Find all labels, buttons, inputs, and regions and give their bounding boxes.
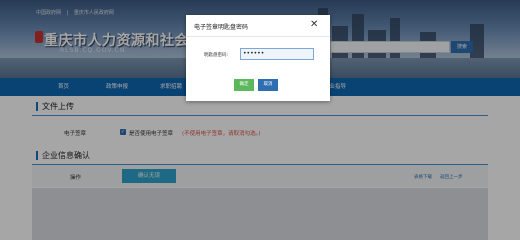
ok-button[interactable]: 确定	[234, 79, 254, 91]
password-dialog: 电子签章明匙盘密码 ✕ 明匙盘密码: •••••• 确定 取消	[186, 15, 330, 101]
dialog-title: 电子签章明匙盘密码	[194, 24, 249, 31]
password-input[interactable]: ••••••	[240, 48, 314, 60]
dialog-divider	[186, 36, 330, 37]
close-icon[interactable]: ✕	[310, 19, 318, 31]
password-label: 明匙盘密码:	[204, 53, 229, 58]
cancel-button[interactable]: 取消	[258, 79, 278, 91]
